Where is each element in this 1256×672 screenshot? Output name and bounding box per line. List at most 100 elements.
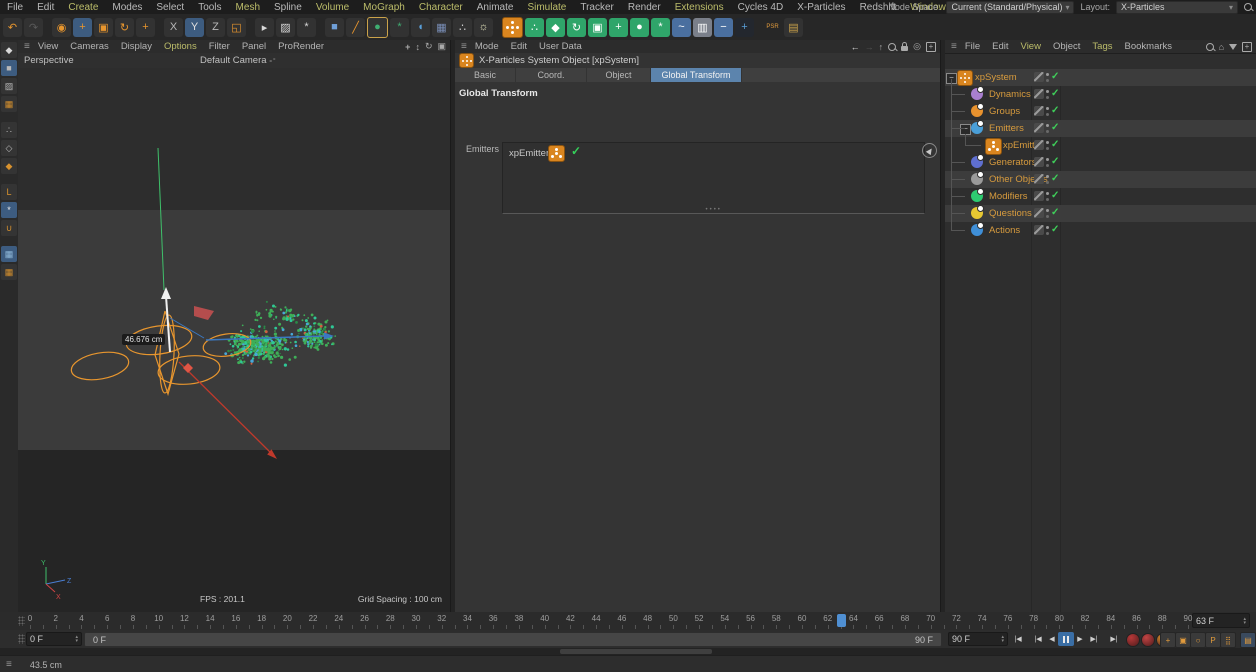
menubar-item-spline[interactable]: Spline (267, 2, 309, 13)
tree-row-xpemitter[interactable]: xpEmitter✓ (945, 137, 1256, 154)
viewport-menu-filter[interactable]: Filter (203, 41, 236, 52)
group-icon[interactable] (971, 88, 983, 100)
menu-icon[interactable]: ≡ (6, 659, 12, 670)
live-selection-icon[interactable]: ◉ (52, 18, 71, 37)
points-mode-icon[interactable]: ∴ (1, 122, 17, 138)
tree-row-xpsystem[interactable]: −xpSystem✓ (945, 69, 1256, 86)
viewport-menu-options[interactable]: Options (158, 41, 203, 52)
xp-group-icon[interactable]: * (651, 18, 670, 37)
xp-notes-icon[interactable]: ▤ (784, 18, 803, 37)
layer-toggle-icon[interactable] (1034, 89, 1044, 99)
history-back-icon[interactable]: ← (851, 42, 860, 52)
layer-toggle-icon[interactable] (1034, 106, 1044, 116)
layer-toggle-icon[interactable] (1034, 191, 1044, 201)
xpemitter-icon[interactable] (548, 145, 565, 162)
viewport-canvas[interactable]: YZX 46.676 cm FPS : 201.1 Grid Spacing :… (18, 68, 450, 612)
edges-mode-icon[interactable]: ◇ (1, 140, 17, 156)
pen-tool-icon[interactable]: ╱ (346, 18, 365, 37)
dolly-view-icon[interactable]: ↕ (415, 42, 420, 52)
stepper-icons[interactable]: ▴▾ (71, 635, 78, 643)
tab-global-transform[interactable]: Global Transform (651, 68, 742, 82)
layer-toggle-icon[interactable] (1034, 123, 1044, 133)
menu-icon[interactable]: ≡ (951, 41, 957, 52)
enabled-check-icon[interactable]: ✓ (1051, 207, 1059, 218)
tree-row-questions[interactable]: Questions✓ (945, 205, 1256, 222)
resize-handle-icon[interactable]: •••• (706, 207, 722, 213)
pan-view-icon[interactable]: + (405, 42, 410, 52)
timeline-mode-button[interactable]: ▤ (1240, 632, 1256, 648)
menubar-item-create[interactable]: Create (61, 2, 105, 13)
visibility-dots-icon[interactable] (1046, 107, 1050, 116)
move-tool-icon[interactable]: + (73, 18, 92, 37)
stepper-icons[interactable]: ▴▾ (1239, 617, 1246, 625)
current-frame-field[interactable]: 63 F ▴▾ (1192, 613, 1250, 628)
deformer-icon[interactable]: ▦ (432, 18, 451, 37)
menubar-item-mesh[interactable]: Mesh (229, 2, 267, 13)
enabled-check-icon[interactable]: ✓ (1051, 173, 1059, 184)
next-key-button[interactable]: ▶| (1086, 632, 1102, 646)
tab-object[interactable]: Object (587, 68, 651, 82)
visibility-dots-icon[interactable] (1046, 124, 1050, 133)
texture-mode-icon[interactable]: ▨ (1, 78, 17, 94)
group-icon[interactable] (971, 156, 983, 168)
workplane-snap-icon[interactable]: ▦ (1, 264, 17, 280)
redo-icon[interactable]: ↷ (24, 18, 43, 37)
path-up-icon[interactable]: ⌂ (1219, 42, 1224, 52)
autokey-button[interactable] (1141, 633, 1155, 647)
undo-icon[interactable]: ↶ (3, 18, 22, 37)
visibility-dots-icon[interactable] (1046, 175, 1050, 184)
light-tool-icon[interactable]: ☼ (474, 18, 493, 37)
xp-cache-icon[interactable]: ▥ (693, 18, 712, 37)
visibility-dots-icon[interactable] (1046, 226, 1050, 235)
menubar-item-render[interactable]: Render (621, 2, 668, 13)
xpsystem-icon[interactable] (957, 70, 973, 86)
layer-toggle-icon[interactable] (1034, 140, 1044, 150)
xp-dynamics-icon[interactable]: ↻ (567, 18, 586, 37)
viewport-menu-cameras[interactable]: Cameras (64, 41, 115, 52)
last-tool-icon[interactable]: + (136, 18, 155, 37)
rotate-view-icon[interactable]: ↻ (425, 41, 433, 52)
xp-action-icon[interactable]: ● (630, 18, 649, 37)
tree-row-actions[interactable]: Actions✓ (945, 222, 1256, 239)
layer-toggle-icon[interactable] (1034, 174, 1044, 184)
model-mode-icon[interactable]: ■ (1, 60, 17, 76)
visibility-dots-icon[interactable] (1046, 73, 1050, 82)
xp-graph-icon[interactable]: ~ (672, 18, 691, 37)
xp-trail-icon[interactable]: − (714, 18, 733, 37)
emitters-listbox[interactable]: xpEmitter ✓ •••• (502, 142, 925, 214)
menubar-item-animate[interactable]: Animate (470, 2, 521, 13)
xparticles-system-icon[interactable] (502, 17, 523, 38)
goto-start-button[interactable]: |◀ (1010, 632, 1026, 646)
om-menu-object[interactable]: Object (1047, 41, 1086, 52)
mograph-icon[interactable]: * (390, 18, 409, 37)
maximize-view-icon[interactable]: ▣ (437, 41, 446, 52)
tree-row-emitters[interactable]: −Emitters✓ (945, 120, 1256, 137)
preview-range-slider[interactable]: 0 F 90 F (84, 632, 942, 647)
menubar-item-simulate[interactable]: Simulate (520, 2, 573, 13)
xp-emitter-icon[interactable]: ∴ (525, 18, 544, 37)
magnet-tool-icon[interactable]: ∪ (1, 220, 17, 236)
om-menu-edit[interactable]: Edit (986, 41, 1014, 52)
menubar-item-volume[interactable]: Volume (309, 2, 356, 13)
menubar-item-character[interactable]: Character (412, 2, 470, 13)
drag-grip-icon[interactable] (18, 634, 25, 644)
rotate-tool-icon[interactable]: ↻ (115, 18, 134, 37)
make-editable-icon[interactable]: ◆ (1, 42, 17, 58)
xpemitter-icon[interactable] (985, 138, 1002, 155)
search-icon[interactable] (1244, 3, 1252, 11)
group-icon[interactable] (971, 224, 983, 236)
new-panel-icon[interactable]: + (926, 42, 936, 52)
layout-dropdown[interactable]: X-Particles ▾ (1116, 1, 1238, 14)
viewport-panel[interactable]: ≡ ViewCamerasDisplayOptionsFilterPanelPr… (18, 40, 450, 612)
quantize-icon[interactable]: ▦ (1, 246, 17, 262)
key-parameter-toggle[interactable]: P (1205, 632, 1221, 648)
enabled-check-icon[interactable]: ✓ (1051, 224, 1059, 235)
enabled-check-icon[interactable]: ✓ (571, 144, 581, 158)
add-cube-icon[interactable]: ■ (325, 18, 344, 37)
layer-toggle-icon[interactable] (1034, 208, 1044, 218)
search-icon[interactable] (1206, 43, 1214, 51)
workplane-mode-icon[interactable]: ▦ (1, 96, 17, 112)
enabled-check-icon[interactable]: ✓ (1051, 71, 1059, 82)
parent-object-icon[interactable]: ↑ (879, 42, 884, 52)
tree-row-generators[interactable]: Generators✓ (945, 154, 1256, 171)
